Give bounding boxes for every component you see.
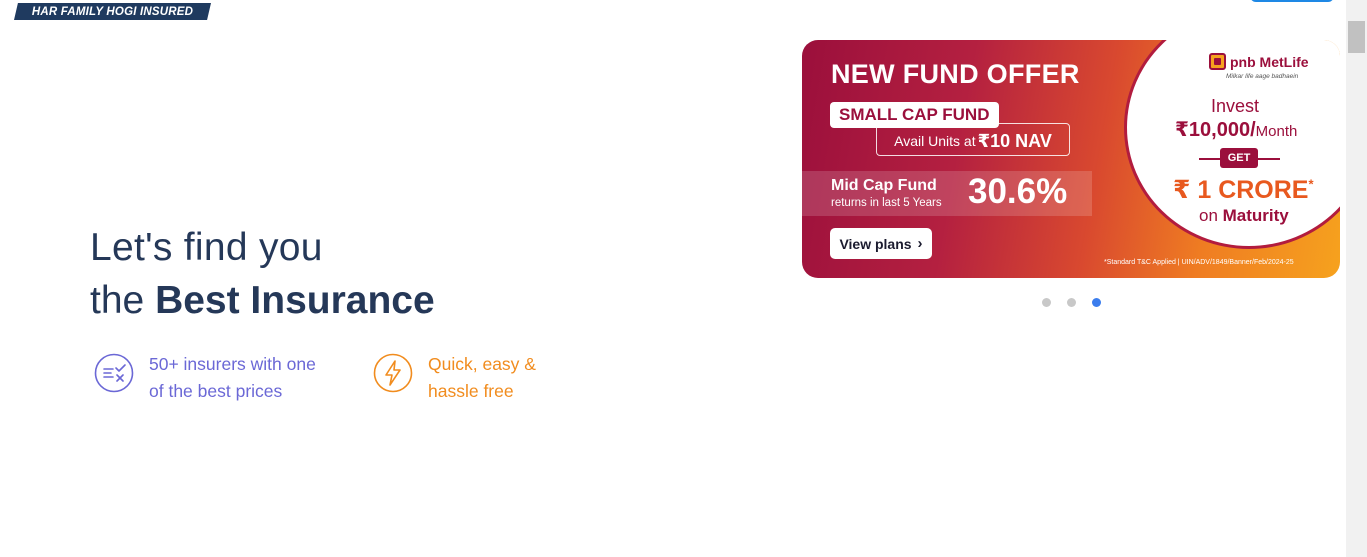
tagline-ribbon: HAR FAMILY HOGI INSURED: [14, 3, 211, 20]
hero-heading-prefix: the: [90, 279, 156, 322]
get-badge: GET: [1220, 148, 1258, 168]
scrollbar-thumb[interactable]: [1348, 21, 1365, 53]
scrollbar-track[interactable]: [1346, 0, 1367, 557]
invest-amount-unit: Month: [1255, 123, 1298, 140]
compare-list-icon: [94, 353, 134, 393]
crore-amount: ₹ 1 CRORE*: [1173, 175, 1314, 205]
feature-quick-line2: hassle free: [428, 381, 514, 401]
view-plans-button[interactable]: View plans ›: [830, 228, 932, 259]
feature-quick-line1: Quick, easy &: [428, 354, 536, 374]
nav-tag-prefix: Avail Units at: [894, 133, 976, 149]
carousel-dot-3[interactable]: [1092, 298, 1101, 307]
tagline-text: HAR FAMILY HOGI INSURED: [31, 5, 194, 18]
mid-cap-return: 30.6%: [968, 172, 1068, 211]
feature-quick-text: Quick, easy & hassle free: [428, 351, 536, 405]
maturity-label: on Maturity: [1199, 206, 1289, 226]
nav-tag-value: ₹10 NAV: [977, 130, 1052, 151]
brand-name: pnb MetLife: [1230, 53, 1309, 70]
invest-label: Invest: [1211, 96, 1260, 116]
feature-insurers-text: 50+ insurers with one of the best prices: [149, 351, 316, 405]
brand-tagline: Milkar life aage badhaein: [1226, 73, 1299, 80]
feature-insurers-line2: of the best prices: [149, 381, 283, 401]
crore-asterisk: *: [1308, 176, 1314, 192]
mid-cap-title: Mid Cap Fund: [831, 177, 937, 194]
pnb-metlife-logo: pnb MetLife: [1209, 53, 1309, 70]
hero-heading-line2: the Best Insurance: [90, 279, 435, 323]
hero-heading-line1: Let's find you: [90, 226, 323, 269]
carousel-dot-2[interactable]: [1067, 298, 1076, 307]
crore-value: ₹ 1 CRORE: [1173, 176, 1309, 204]
lightning-icon: [373, 353, 413, 393]
header-button[interactable]: [1250, 0, 1334, 2]
invest-amount: ₹10,000/Month: [1175, 117, 1297, 142]
mid-cap-subtitle: returns in last 5 Years: [831, 197, 942, 209]
fund-tag: SMALL CAP FUND: [830, 102, 999, 128]
maturity-prefix: on: [1199, 206, 1223, 225]
chevron-right-icon: ›: [917, 235, 923, 252]
feature-insurers-line1: 50+ insurers with one: [149, 354, 316, 374]
carousel-dot-1[interactable]: [1042, 298, 1051, 307]
invest-amount-value: ₹10,000/: [1175, 119, 1256, 141]
maturity-text: Maturity: [1222, 206, 1289, 225]
view-plans-label: View plans: [839, 235, 912, 252]
banner-title: NEW FUND OFFER: [831, 59, 1080, 89]
brand-mark-icon: [1209, 53, 1226, 70]
promo-banner[interactable]: NEW FUND OFFER Avail Units at ₹10 NAV SM…: [802, 40, 1340, 278]
banner-disclaimer: *Standard T&C Applied | UIN/ADV/1849/Ban…: [1104, 259, 1294, 266]
feature-insurers: 50+ insurers with one of the best prices: [94, 353, 316, 405]
feature-quick: Quick, easy & hassle free: [373, 353, 536, 405]
hero-heading-bold: Best Insurance: [155, 279, 435, 322]
